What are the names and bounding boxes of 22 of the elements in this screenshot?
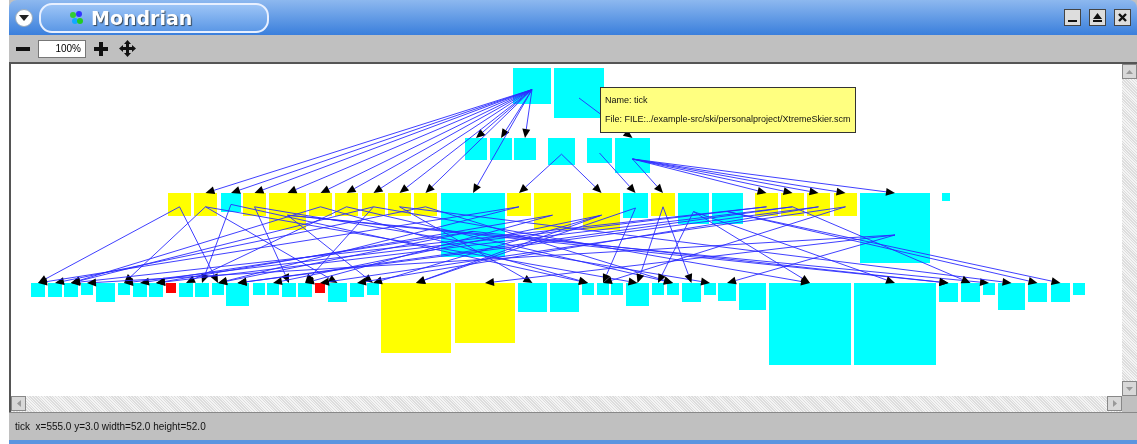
tooltip-file: File: FILE:../example-src/ski/personalproject/XtremeSkier.scm bbox=[605, 113, 851, 126]
close-button[interactable] bbox=[1114, 9, 1131, 26]
minimize-icon bbox=[1068, 20, 1077, 22]
move-icon bbox=[118, 40, 136, 57]
status-text: tick x=555.0 y=3.0 width=52.0 height=52.0 bbox=[15, 421, 206, 432]
close-icon bbox=[1118, 13, 1127, 22]
minimize-button[interactable] bbox=[1064, 9, 1081, 26]
up-arrow-icon bbox=[1126, 69, 1133, 74]
zoom-field[interactable]: 100% bbox=[38, 39, 86, 58]
plus-icon bbox=[94, 41, 108, 56]
left-arrow-icon bbox=[16, 400, 21, 407]
caret-icon bbox=[19, 13, 29, 22]
window-menu-button[interactable] bbox=[15, 8, 33, 27]
tooltip-name: Name: tick bbox=[605, 94, 649, 107]
minus-icon bbox=[16, 46, 30, 51]
maximize-button[interactable] bbox=[1089, 9, 1106, 26]
app-logo-icon bbox=[67, 8, 85, 27]
maximize-icon bbox=[1093, 13, 1102, 22]
window-title: Mondrian bbox=[91, 6, 193, 29]
edge-arrow bbox=[561, 153, 602, 193]
down-arrow-icon bbox=[1126, 386, 1133, 391]
right-arrow-icon bbox=[1112, 400, 1117, 407]
